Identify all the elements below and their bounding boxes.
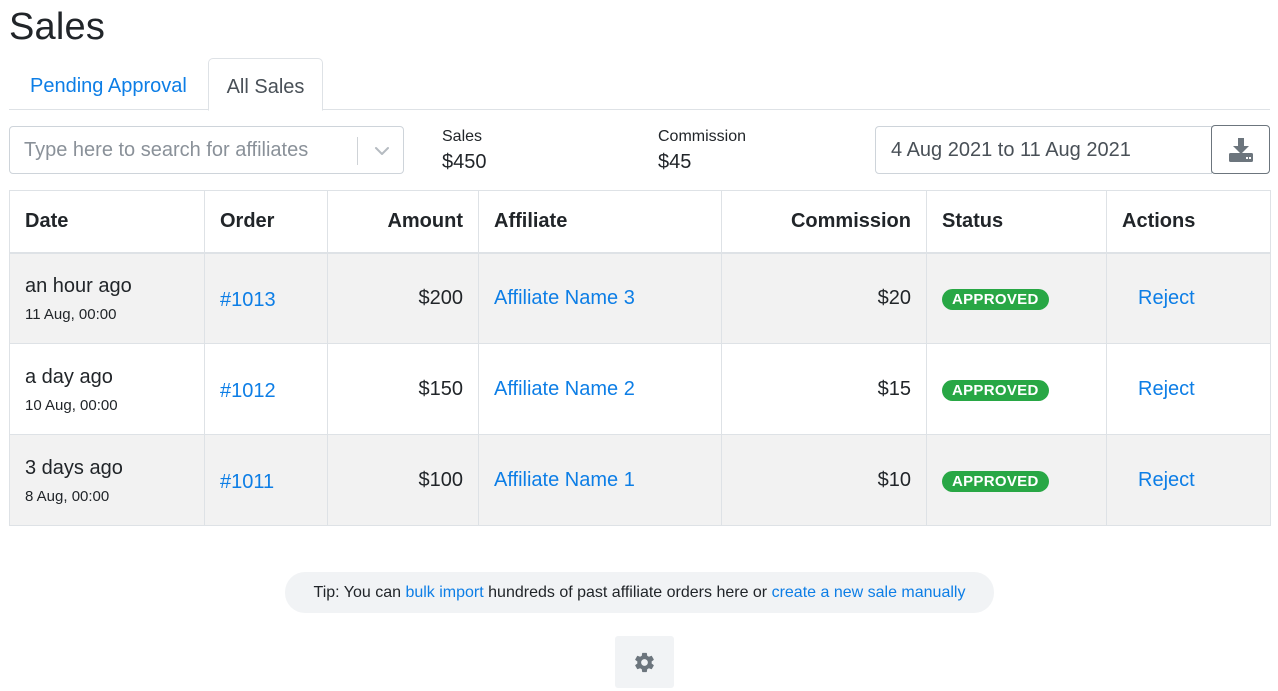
gear-icon bbox=[635, 652, 654, 673]
commission-cell: $15 bbox=[721, 343, 927, 435]
date-relative: an hour ago bbox=[25, 274, 132, 297]
search-separator bbox=[357, 137, 358, 165]
actions-cell: Reject bbox=[1106, 343, 1271, 435]
commission-total-value: $45 bbox=[658, 151, 692, 173]
status-cell: APPROVED bbox=[926, 252, 1107, 344]
status-badge: APPROVED bbox=[942, 379, 1049, 401]
order-link[interactable]: #1013 bbox=[220, 289, 276, 312]
tab-pending-approval[interactable]: Pending Approval bbox=[9, 58, 208, 110]
date-absolute: 10 Aug, 00:00 bbox=[25, 396, 118, 414]
date-cell: 3 days ago 8 Aug, 00:00 bbox=[9, 434, 205, 526]
header-order[interactable]: Order bbox=[204, 190, 328, 254]
create-sale-link[interactable]: create a new sale manually bbox=[772, 584, 966, 601]
table-header-row: Date Order Amount Affiliate Commission S… bbox=[9, 190, 1271, 254]
order-link[interactable]: #1012 bbox=[220, 380, 276, 403]
date-relative: a day ago bbox=[25, 365, 113, 388]
header-date[interactable]: Date bbox=[9, 190, 205, 254]
actions-cell: Reject bbox=[1106, 434, 1271, 526]
chevron-down-icon[interactable] bbox=[372, 141, 392, 161]
table-row: 3 days ago 8 Aug, 00:00 #1011 $100 Affil… bbox=[9, 434, 1271, 526]
download-button[interactable] bbox=[1211, 125, 1270, 174]
date-cell: an hour ago 11 Aug, 00:00 bbox=[9, 252, 205, 344]
date-cell: a day ago 10 Aug, 00:00 bbox=[9, 343, 205, 435]
affiliate-cell: Affiliate Name 1 bbox=[478, 434, 722, 526]
actions-cell: Reject bbox=[1106, 252, 1271, 344]
status-cell: APPROVED bbox=[926, 343, 1107, 435]
commission-cell: $20 bbox=[721, 252, 927, 344]
settings-button[interactable] bbox=[615, 636, 674, 688]
affiliate-search-input[interactable] bbox=[10, 127, 355, 173]
amount-cell: $150 bbox=[327, 343, 479, 435]
date-range-picker[interactable]: 4 Aug 2021 to 11 Aug 2021 bbox=[875, 126, 1212, 174]
header-commission[interactable]: Commission bbox=[721, 190, 927, 254]
commission-cell: $10 bbox=[721, 434, 927, 526]
commission-total-stat: Commission $45 bbox=[658, 128, 746, 174]
affiliate-cell: Affiliate Name 3 bbox=[478, 252, 722, 344]
page-title: Sales bbox=[9, 6, 106, 48]
sales-table: Date Order Amount Affiliate Commission S… bbox=[9, 190, 1271, 526]
affiliate-link[interactable]: Affiliate Name 3 bbox=[494, 287, 635, 309]
download-icon bbox=[1229, 138, 1253, 162]
affiliate-cell: Affiliate Name 2 bbox=[478, 343, 722, 435]
sales-total-value: $450 bbox=[442, 151, 487, 173]
sales-total-label: Sales bbox=[442, 128, 483, 145]
status-cell: APPROVED bbox=[926, 434, 1107, 526]
tab-all-sales[interactable]: All Sales bbox=[208, 58, 323, 111]
reject-link[interactable]: Reject bbox=[1138, 378, 1195, 400]
header-actions: Actions bbox=[1106, 190, 1271, 254]
header-status[interactable]: Status bbox=[926, 190, 1107, 254]
amount-cell: $200 bbox=[327, 252, 479, 344]
order-cell: #1011 bbox=[204, 434, 328, 526]
table-row: an hour ago 11 Aug, 00:00 #1013 $200 Aff… bbox=[9, 252, 1271, 344]
reject-link[interactable]: Reject bbox=[1138, 287, 1195, 309]
affiliate-search-select[interactable] bbox=[9, 126, 404, 174]
amount-cell: $100 bbox=[327, 434, 479, 526]
bulk-import-link[interactable]: bulk import bbox=[405, 584, 483, 601]
date-absolute: 8 Aug, 00:00 bbox=[25, 487, 110, 505]
commission-total-label: Commission bbox=[658, 128, 747, 145]
reject-link[interactable]: Reject bbox=[1138, 469, 1195, 491]
tip-banner: Tip: You can bulk import hundreds of pas… bbox=[285, 572, 994, 613]
header-affiliate[interactable]: Affiliate bbox=[478, 190, 722, 254]
status-badge: APPROVED bbox=[942, 288, 1049, 310]
tip-middle: hundreds of past affiliate orders here o… bbox=[483, 584, 772, 601]
date-absolute: 11 Aug, 00:00 bbox=[25, 305, 117, 323]
affiliate-link[interactable]: Affiliate Name 2 bbox=[494, 378, 635, 400]
sales-tabs: Pending Approval All Sales bbox=[9, 58, 1270, 111]
tip-prefix: Tip: You can bbox=[313, 584, 406, 601]
order-cell: #1012 bbox=[204, 343, 328, 435]
order-link[interactable]: #1011 bbox=[220, 471, 274, 494]
table-row: a day ago 10 Aug, 00:00 #1012 $150 Affil… bbox=[9, 343, 1271, 435]
sales-total-stat: Sales $450 bbox=[442, 128, 487, 174]
affiliate-link[interactable]: Affiliate Name 1 bbox=[494, 469, 635, 491]
order-cell: #1013 bbox=[204, 252, 328, 344]
date-relative: 3 days ago bbox=[25, 456, 123, 479]
status-badge: APPROVED bbox=[942, 470, 1049, 492]
header-amount[interactable]: Amount bbox=[327, 190, 479, 254]
